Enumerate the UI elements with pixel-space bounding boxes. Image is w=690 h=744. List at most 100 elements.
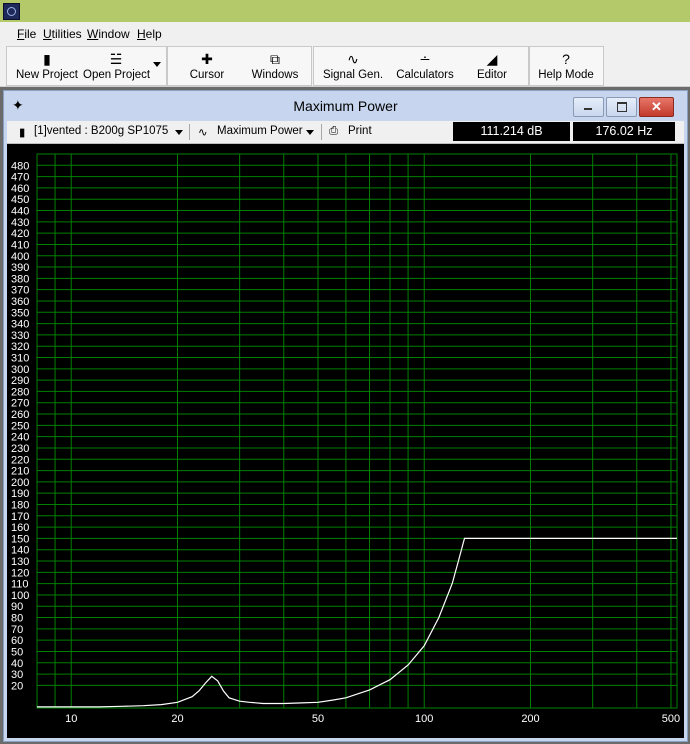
crosshair-icon: ✚ [201,51,213,67]
close-icon: ✕ [651,99,662,114]
y-tick-label: 120 [11,567,29,579]
y-tick-label: 400 [11,251,29,263]
y-tick-label: 430 [11,217,29,229]
restore-button[interactable] [606,97,637,117]
y-tick-label: 230 [11,443,29,455]
project-select[interactable]: [1]vented : B200g SP1075 [34,125,168,137]
open-project-label: Open Project [83,69,151,81]
y-tick-label: 360 [11,296,29,308]
menu-utilities-key: U [43,27,52,41]
main-toolbar: ▮ New Project ☱ Open Project ✚ Cursor ⧉ … [0,44,690,87]
signal-gen-button[interactable]: ∿ Signal Gen. [320,47,386,85]
windows-icon: ⧉ [270,51,280,67]
x-tick-label: 500 [662,713,680,725]
y-tick-label: 210 [11,466,29,478]
cursor-button[interactable]: ✚ Cursor [172,47,242,85]
open-project-button[interactable]: ☱ Open Project [83,47,151,85]
help-mode-label: Help Mode [538,69,594,81]
y-tick-label: 480 [11,160,29,172]
x-tick-label: 10 [65,713,77,725]
minimize-button[interactable] [573,97,604,117]
toolbar-group-tools: ∿ Signal Gen. ∸ Calculators ◢ Editor [313,46,529,86]
toolbar-group-project: ▮ New Project ☱ Open Project [6,46,167,86]
editor-label: Editor [476,69,508,81]
x-tick-label: 50 [312,713,324,725]
open-folder-icon: ☱ [109,51,123,67]
y-tick-label: 90 [11,601,23,613]
window-title-bar[interactable]: ✦ Maximum Power ✕ [4,91,687,119]
new-project-button[interactable]: ▮ New Project [11,47,83,85]
editor-button[interactable]: ◢ Editor [464,47,520,85]
y-tick-label: 440 [11,206,29,218]
y-tick-label: 140 [11,545,29,557]
minimize-icon [584,108,592,110]
speaker-icon: ▮ [19,127,26,139]
y-tick-label: 410 [11,239,29,251]
graph-select[interactable]: Maximum Power [217,125,303,137]
y-tick-label: 260 [11,409,29,421]
toolbar-group-view: ✚ Cursor ⧉ Windows [167,46,312,86]
printer-icon: ⎙ [329,125,339,137]
x-tick-label: 100 [415,713,433,725]
print-button[interactable]: Print [348,125,372,137]
toolbar-separator [189,124,190,140]
readout-hz: 176.02 Hz [573,122,675,141]
menu-utilities[interactable]: Utilities [43,27,82,41]
y-tick-label: 200 [11,477,29,489]
toolbar-group-help: ? Help Mode [529,46,604,86]
speaker-icon: ◢ [486,51,498,67]
window-toolbar: ▮ [1]vented : B200g SP1075 ∿ Maximum Pow… [7,121,684,144]
menu-utilities-rest: tilities [51,27,82,41]
y-tick-label: 40 [11,658,23,670]
y-tick-label: 250 [11,420,29,432]
y-tick-label: 80 [11,613,23,625]
y-tick-label: 290 [11,375,29,387]
sine-wave-icon: ∿ [347,51,359,67]
graph-select-arrow-icon[interactable] [306,130,314,135]
new-project-icon: ▮ [43,51,51,67]
y-tick-label: 300 [11,364,29,376]
open-project-dropdown-icon[interactable] [153,62,161,67]
calculator-icon: ∸ [419,51,431,67]
menu-help[interactable]: Help [137,27,162,41]
y-tick-label: 320 [11,341,29,353]
app-icon[interactable] [3,3,20,20]
y-tick-label: 170 [11,511,29,523]
y-tick-label: 450 [11,194,29,206]
maximum-power-chart[interactable]: 20 30 40 50 60 70 80 90 100 110 120 130 140 150 160 170… [7,144,684,738]
y-tick-label: 420 [11,228,29,240]
y-tick-label: 240 [11,432,29,444]
cursor-label: Cursor [189,69,225,81]
chart-svg[interactable]: 2030405060708090100110120130140150160170… [7,144,684,738]
menu-help-key: H [137,27,146,41]
menu-file[interactable]: File [17,27,36,41]
x-tick-label: 200 [521,713,539,725]
help-mode-button[interactable]: ? Help Mode [532,47,600,85]
maximum-power-window: ✦ Maximum Power ✕ ▮ [1]vented : B200g SP… [3,90,688,742]
y-tick-label: 280 [11,386,29,398]
app-title-bar [0,0,690,22]
y-tick-label: 60 [11,635,23,647]
y-tick-label: 220 [11,454,29,466]
project-select-arrow-icon[interactable] [175,130,183,135]
menu-window-key: W [87,27,99,41]
y-tick-label: 100 [11,590,29,602]
y-tick-label: 470 [11,172,29,184]
signal-gen-label: Signal Gen. [322,69,384,81]
menu-file-rest: ile [24,27,37,41]
restore-icon [617,102,627,112]
y-tick-label: 180 [11,499,29,511]
plot-frame [36,153,678,709]
calculators-button[interactable]: ∸ Calculators [390,47,460,85]
x-tick-label: 20 [171,713,183,725]
y-tick-label: 370 [11,285,29,297]
y-tick-label: 190 [11,488,29,500]
close-button[interactable]: ✕ [639,97,674,117]
windows-label: Windows [251,69,299,81]
y-tick-label: 30 [11,669,23,681]
menu-window[interactable]: Window [87,27,130,41]
y-tick-label: 460 [11,183,29,195]
y-tick-label: 160 [11,522,29,534]
y-tick-label: 340 [11,319,29,331]
windows-button[interactable]: ⧉ Windows [242,47,308,85]
